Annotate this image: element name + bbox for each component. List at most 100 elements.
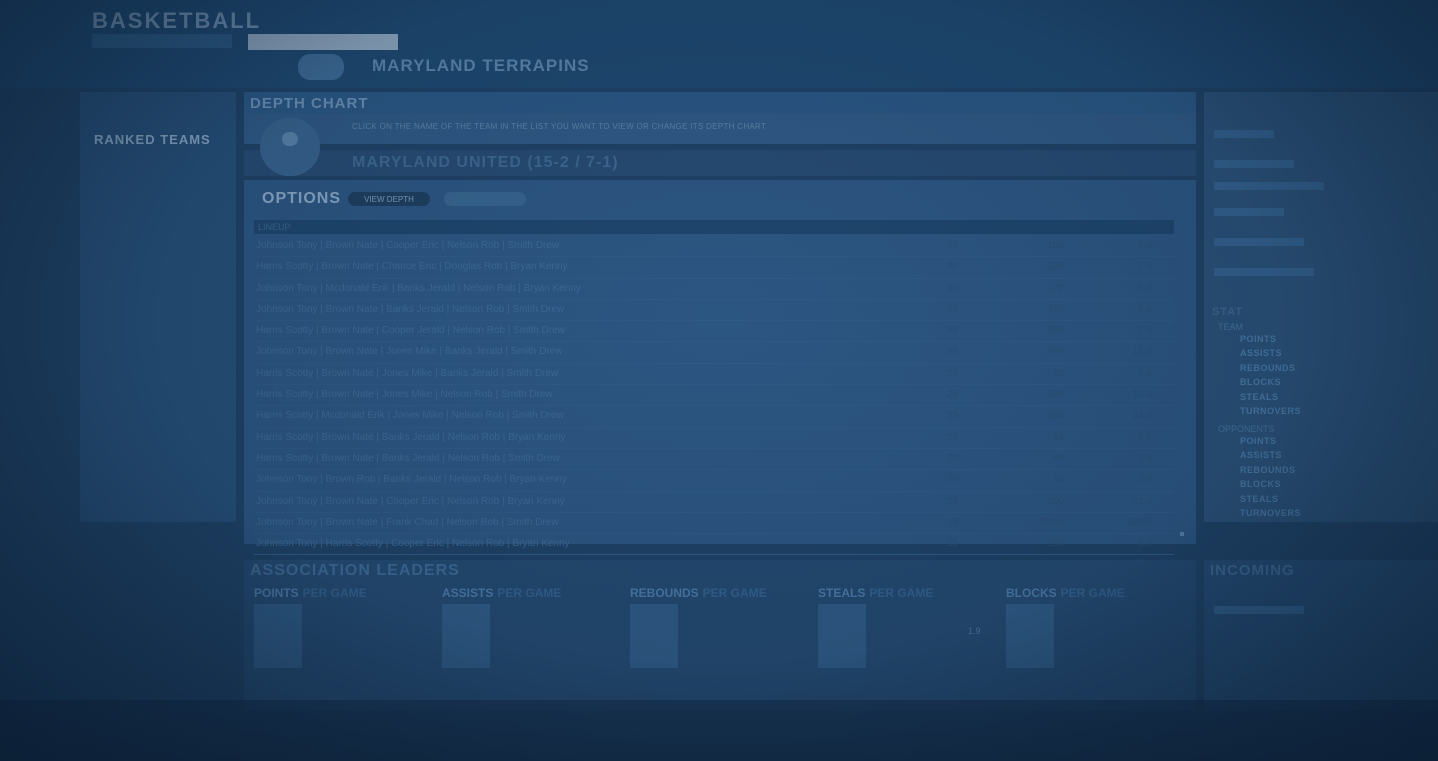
depth-chart-title: DEPTH CHART — [250, 95, 369, 112]
secondary-option-button[interactable] — [444, 192, 526, 206]
row-value-1: 15 — [946, 516, 958, 528]
opponent-stats-label: OPPONENTS — [1218, 424, 1275, 434]
leader-stat-suffix: PER GAME — [497, 586, 562, 600]
stat-link[interactable]: ASSISTS — [1240, 450, 1282, 460]
table-row[interactable]: Johnson Tony | Brown Rob | Banks Jerald … — [254, 470, 1174, 492]
team-crest-icon — [260, 118, 320, 176]
table-row[interactable]: Harris Scotty | Brown Nate | Cooper Jera… — [254, 321, 1174, 343]
row-value-1: 30 — [946, 303, 958, 315]
leader-stat-name: POINTS — [254, 586, 299, 600]
row-value-3: 7.5 — [1138, 325, 1152, 337]
player-photo[interactable] — [254, 604, 302, 668]
stat-link[interactable]: ASSISTS — [1240, 348, 1282, 358]
row-value-2: 15 — [1052, 474, 1064, 486]
lineup-names[interactable]: Johnson Tony | Brown Nate | Banks Jerald… — [256, 304, 564, 315]
stat-link[interactable]: POINTS — [1240, 334, 1277, 344]
view-depth-button[interactable]: VIEW DEPTH — [348, 192, 430, 206]
stat-link[interactable]: REBOUNDS — [1240, 363, 1296, 373]
leader-stat-name: ASSISTS — [442, 586, 494, 600]
team-logo-icon — [298, 54, 344, 80]
bottom-shade — [0, 700, 1438, 761]
lineup-names[interactable]: Harris Scotty | Brown Nate | Banks Jeral… — [256, 453, 560, 464]
lineup-names[interactable]: Johnson Tony | Brown Nate | Cooper Eric … — [256, 240, 559, 251]
table-row[interactable]: Harris Scotty | Brown Nate | Banks Jeral… — [254, 428, 1174, 449]
row-value-2: 172 — [1047, 282, 1064, 294]
site-header: BASKETBALL MARYLAND TERRAPINS — [0, 0, 1438, 88]
table-row[interactable]: Harris Scotty | Brown Nate | Jones Mike … — [254, 364, 1174, 386]
leader-stat-name: STEALS — [818, 586, 866, 600]
lineup-names[interactable]: Johnson Tony | Brown Rob | Banks Jerald … — [256, 474, 567, 485]
table-row[interactable]: Harris Scotty | Mcdonald Erik | Jones Mi… — [254, 406, 1174, 428]
row-value-1: 20 — [946, 474, 958, 486]
table-row[interactable]: Johnson Tony | Mcdonald Erik | Banks Jer… — [254, 279, 1174, 300]
lineup-names[interactable]: Harris Scotty | Brown Nate | Cooper Jera… — [256, 325, 565, 336]
incoming-panel: INCOMING — [1204, 560, 1438, 710]
row-value-3: 5.0 — [1138, 240, 1152, 251]
scroll-down-icon[interactable] — [1180, 532, 1184, 536]
row-value-2: 105 — [1047, 410, 1064, 422]
association-leaders: ASSOCIATION LEADERS POINTS PER GAME ASSIST… — [244, 560, 1196, 710]
table-row[interactable]: Johnson Tony | Brown Nate | Jones Mike |… — [254, 342, 1174, 364]
row-value-1: 20 — [946, 452, 958, 464]
right-placeholder-line — [1214, 160, 1294, 168]
player-photo[interactable] — [630, 604, 678, 668]
table-row[interactable]: Harris Scotty | Brown Nate | Banks Jeral… — [254, 449, 1174, 471]
lineup-names[interactable]: Johnson Tony | Brown Nate | Frank Chad |… — [256, 517, 559, 528]
depth-chart-body: OPTIONS VIEW DEPTH LINEUP Johnson Tony |… — [244, 180, 1196, 556]
stat-link[interactable]: TURNOVERS — [1240, 406, 1301, 416]
row-value-2: 160 — [1047, 346, 1064, 358]
leader-stat-suffix: PER GAME — [1060, 586, 1125, 600]
player-photo[interactable] — [1006, 604, 1054, 668]
search-input[interactable] — [248, 34, 398, 50]
lineup-names[interactable]: Johnson Tony | Brown Nate | Jones Mike |… — [256, 346, 562, 357]
table-row[interactable]: Harris Scotty | Brown Nate | Chance Eric… — [254, 257, 1174, 279]
lineup-column-header: LINEUP — [258, 222, 291, 232]
stat-link[interactable]: BLOCKS — [1240, 377, 1281, 387]
row-value-2: 500 — [1047, 495, 1064, 507]
lineup-names[interactable]: Johnson Tony | Brown Nate | Cooper Eric … — [256, 496, 565, 507]
stat-link[interactable]: REBOUNDS — [1240, 465, 1296, 475]
row-value-3: 9.0 — [1138, 538, 1152, 550]
table-row[interactable]: Johnson Tony | Brown Nate | Cooper Eric … — [254, 492, 1174, 513]
row-value-1: 30 — [946, 325, 958, 337]
lineup-names[interactable]: Harris Scotty | Brown Nate | Jones Mike … — [256, 368, 558, 379]
row-value-3: 8.0 — [1138, 303, 1152, 315]
row-value-1: 20 — [946, 495, 958, 507]
stat-link[interactable]: POINTS — [1240, 436, 1277, 446]
lineup-names[interactable]: Harris Scotty | Brown Nate | Chance Eric… — [256, 261, 568, 272]
row-value-3: 24.0 — [1132, 410, 1152, 422]
team-bar: MARYLAND UNITED (15-2 / 7-1) — [244, 150, 1196, 176]
crest-face-icon — [282, 132, 298, 146]
table-row[interactable]: Johnson Tony | Harris Scotty | Cooper Er… — [254, 534, 1174, 556]
leader-stat-suffix: PER GAME — [869, 586, 934, 600]
leader-column: ASSISTS PER GAME — [442, 586, 620, 706]
player-photo[interactable] — [818, 604, 866, 668]
row-value-2: 180 — [1047, 261, 1064, 273]
lineup-names[interactable]: Johnson Tony | Harris Scotty | Cooper Er… — [256, 538, 570, 549]
table-row[interactable]: Johnson Tony | Brown Nate | Banks Jerald… — [254, 300, 1174, 322]
table-row[interactable]: Johnson Tony | Brown Nate | Cooper Eric … — [254, 236, 1174, 258]
leader-stat-name: BLOCKS — [1006, 586, 1057, 600]
lineup-names[interactable]: Harris Scotty | Brown Nate | Banks Jeral… — [256, 432, 565, 443]
lineup-names[interactable]: Harris Scotty | Mcdonald Erik | Jones Mi… — [256, 410, 564, 421]
stat-link[interactable]: TURNOVERS — [1240, 508, 1301, 518]
stat-link[interactable]: STEALS — [1240, 494, 1279, 504]
stats-title: STAT — [1212, 306, 1244, 318]
table-row[interactable]: Johnson Tony | Brown Nate | Frank Chad |… — [254, 513, 1174, 535]
table-row[interactable]: Harris Scotty | Brown Nate | Jones Mike … — [254, 385, 1174, 407]
depth-chart-panel: DEPTH CHART CLICK ON THE NAME OF THE TEA… — [244, 92, 1196, 556]
left-sidebar: RANKED TEAMS — [80, 92, 236, 522]
row-value-2: 64 — [1052, 452, 1064, 464]
row-value-2: 64 — [1052, 431, 1064, 443]
app-window: BASKETBALL MARYLAND TERRAPINS RANKED TEA… — [0, 0, 1438, 761]
lineup-names[interactable]: Harris Scotty | Brown Nate | Jones Mike … — [256, 389, 553, 400]
row-value-2: 264.4 — [1038, 516, 1064, 528]
row-value-1: 30 — [946, 240, 958, 251]
stat-link[interactable]: STEALS — [1240, 392, 1279, 402]
site-brand[interactable]: BASKETBALL — [92, 8, 261, 34]
player-photo[interactable] — [442, 604, 490, 668]
stat-link[interactable]: BLOCKS — [1240, 479, 1281, 489]
lineup-names[interactable]: Johnson Tony | Mcdonald Erik | Banks Jer… — [256, 283, 581, 294]
instructions-text: CLICK ON THE NAME OF THE TEAM IN THE LIS… — [352, 122, 767, 131]
incoming-title: INCOMING — [1210, 562, 1295, 579]
